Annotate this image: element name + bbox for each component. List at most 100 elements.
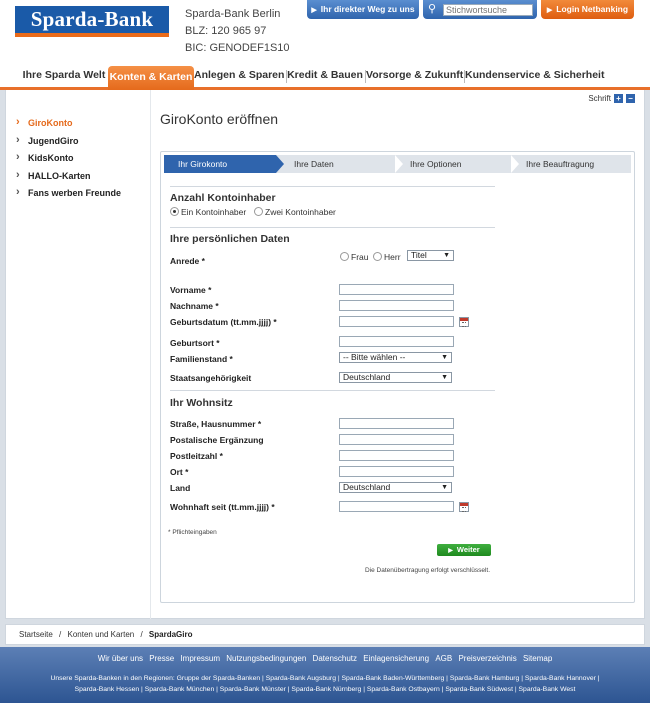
regional-banks: Unsere Sparda-Banken in den Regionen: Gr… — [0, 673, 650, 695]
nav-item-sparda-welt[interactable]: Ihre Sparda Welt — [20, 64, 108, 87]
land-select[interactable]: Deutschland ▼ — [339, 482, 452, 493]
sidebar-item-fans-werben[interactable]: › Fans werben Freunde — [16, 186, 156, 205]
step-optionen: Ihre Optionen — [410, 159, 462, 169]
nav-item-anlegen-sparen[interactable]: Anlegen & Sparen — [194, 64, 284, 87]
sidebar-item-jugendgiro[interactable]: › JugendGiro — [16, 133, 156, 153]
secure-note: Die Datenübertragung erfolgt verschlüsse… — [365, 567, 491, 574]
footer-link-nutzungsbedingungen[interactable]: Nutzungsbedingungen — [226, 654, 306, 663]
regional-banks-line[interactable]: Unsere Sparda-Banken in den Regionen: Gr… — [0, 673, 650, 684]
chevron-down-icon: ▼ — [441, 484, 448, 491]
wohnhaft-label: Wohnhaft seit (tt.mm.jjjj) * — [170, 502, 275, 512]
nav-item-kredit-bauen[interactable]: Kredit & Bauen — [287, 64, 363, 87]
footer-link-einlagensicherung[interactable]: Einlagensicherung — [363, 654, 429, 663]
regional-banks-line[interactable]: Sparda-Bank Hessen | Sparda-Bank München… — [0, 684, 650, 695]
nav-item-konten-karten[interactable]: Konten & Karten — [108, 66, 194, 90]
radio-herr[interactable]: Herr — [373, 252, 401, 262]
geburtsdatum-label: Geburtsdatum (tt.mm.jjjj) * — [170, 317, 277, 327]
font-increase-icon[interactable]: + — [614, 94, 623, 103]
step-daten: Ihre Daten — [294, 159, 334, 169]
vorname-label: Vorname * — [170, 285, 212, 295]
search-box: ⚲ — [423, 0, 537, 19]
holders-title: Anzahl Kontoinhaber — [170, 192, 276, 204]
postleitzahl-input[interactable] — [339, 450, 454, 461]
footer-link-preisverzeichnis[interactable]: Preisverzeichnis — [458, 654, 516, 663]
search-icon[interactable]: ⚲ — [428, 3, 440, 15]
geburtsdatum-input[interactable] — [339, 316, 454, 327]
chevron-right-icon: › — [16, 151, 20, 163]
geburtsort-label: Geburtsort * — [170, 338, 220, 348]
nav-item-vorsorge-zukunft[interactable]: Vorsorge & Zukunft — [366, 64, 463, 87]
anrede-label: Anrede * — [170, 256, 205, 266]
footer-link-sitemap[interactable]: Sitemap — [523, 654, 552, 663]
staatsangehoerigkeit-select[interactable]: Deutschland ▼ — [339, 372, 452, 383]
radio-icon — [373, 252, 382, 261]
radio-two-holders[interactable]: Zwei Kontoinhaber — [254, 207, 336, 217]
main-nav: Ihre Sparda Welt Konten & Karten Anlegen… — [0, 60, 650, 90]
chevron-right-icon: › — [16, 133, 20, 146]
sidebar: › GiroKonto › JugendGiro › KidsKonto › HALLO… — [16, 116, 156, 205]
chevron-right-icon: › — [16, 186, 20, 198]
land-label: Land — [170, 483, 191, 493]
search-input[interactable] — [443, 4, 533, 16]
chevron-right-icon: › — [16, 168, 20, 181]
arrow-right-icon: ▶ — [311, 7, 317, 14]
font-size-label: Schrift — [588, 94, 611, 103]
breadcrumb-separator: / — [140, 630, 143, 639]
ort-label: Ort * — [170, 467, 189, 477]
bank-blz: BLZ: 120 965 97 — [185, 25, 267, 37]
footer-link-impressum[interactable]: Impressum — [180, 654, 220, 663]
breadcrumb-home[interactable]: Startseite — [19, 630, 53, 639]
breadcrumb-separator: / — [59, 630, 62, 639]
font-decrease-icon[interactable]: − — [626, 94, 635, 103]
titel-select[interactable]: Titel ▼ — [407, 250, 454, 261]
sidebar-item-kidskonto[interactable]: › KidsKonto — [16, 151, 156, 170]
sparda-bank-logo[interactable]: Sparda-Bank — [15, 6, 169, 37]
strasse-label: Straße, Hausnummer * — [170, 419, 262, 429]
radio-one-holder[interactable]: Ein Kontoinhaber — [170, 207, 246, 217]
login-netbanking-button[interactable]: ▶ Login Netbanking — [541, 0, 634, 19]
nav-item-kundenservice[interactable]: Kundenservice & Sicherheit — [465, 64, 604, 87]
familienstand-select[interactable]: -- Bitte wählen -- ▼ — [339, 352, 452, 363]
postleitzahl-label: Postleitzahl * — [170, 451, 223, 461]
vorname-input[interactable] — [339, 284, 454, 295]
footer-link-agb[interactable]: AGB — [435, 654, 452, 663]
bank-bic: BIC: GENODEF1S10 — [185, 42, 290, 54]
step-beauftragung: Ihre Beauftragung — [526, 159, 595, 169]
wohnhaft-input[interactable] — [339, 501, 454, 512]
footer: Wir über uns Presse Impressum Nutzungsbe… — [0, 647, 650, 703]
strasse-input[interactable] — [339, 418, 454, 429]
font-size-control: Schrift + − — [588, 94, 635, 103]
familienstand-label: Familienstand * — [170, 354, 233, 364]
divider — [170, 227, 495, 228]
postalische-input[interactable] — [339, 434, 454, 445]
breadcrumb: Startseite / Konten und Karten / SpardaG… — [5, 624, 645, 645]
nachname-input[interactable] — [339, 300, 454, 311]
form-panel: Ihr Girokonto Ihre Daten Ihre Optionen I… — [160, 151, 635, 603]
footer-link-wir-ueber-uns[interactable]: Wir über uns — [98, 654, 143, 663]
divider — [170, 390, 495, 391]
chevron-down-icon: ▼ — [443, 252, 450, 259]
staatsangehoerigkeit-label: Staatsangehörigkeit — [170, 373, 252, 383]
geburtsort-input[interactable] — [339, 336, 454, 347]
required-note: * Pflichteingaben — [168, 529, 217, 536]
footer-link-datenschutz[interactable]: Datenschutz — [313, 654, 357, 663]
direct-way-button[interactable]: ▶ Ihr direkter Weg zu uns — [307, 0, 419, 19]
sidebar-item-hallo-karten[interactable]: › HALLO-Karten — [16, 168, 156, 188]
calendar-icon[interactable] — [459, 317, 469, 327]
radio-frau[interactable]: Frau — [340, 252, 368, 262]
step-separator — [395, 155, 403, 173]
arrow-right-icon: ▶ — [448, 548, 453, 554]
bank-name: Sparda-Bank Berlin — [185, 8, 281, 20]
radio-icon — [340, 252, 349, 261]
step-arrow — [276, 155, 284, 173]
nachname-label: Nachname * — [170, 301, 219, 311]
next-button[interactable]: ▶ Weiter — [437, 544, 491, 556]
residence-title: Ihr Wohnsitz — [170, 397, 233, 409]
sidebar-item-girokonto[interactable]: › GiroKonto — [16, 116, 156, 135]
ort-input[interactable] — [339, 466, 454, 477]
chevron-down-icon: ▼ — [441, 354, 448, 361]
chevron-right-icon: › — [16, 116, 20, 128]
calendar-icon[interactable] — [459, 502, 469, 512]
breadcrumb-section[interactable]: Konten und Karten — [68, 630, 135, 639]
footer-link-presse[interactable]: Presse — [149, 654, 174, 663]
